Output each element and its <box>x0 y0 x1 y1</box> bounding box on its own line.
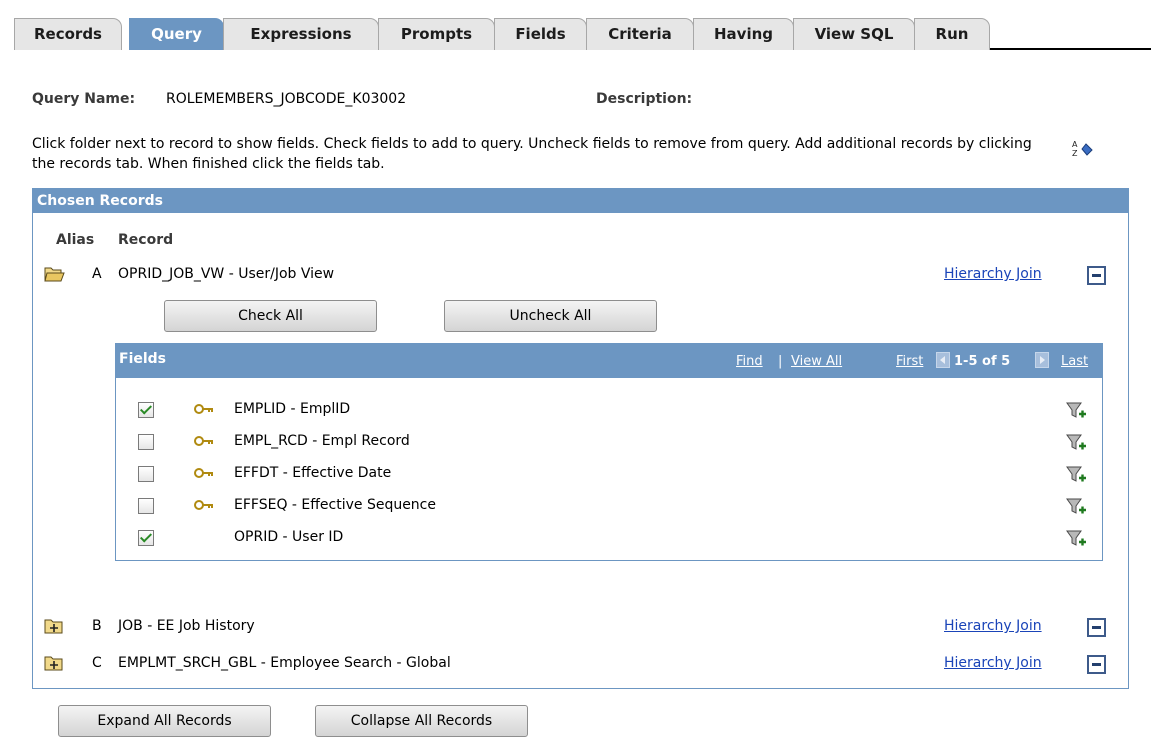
grid-separator: | <box>778 354 783 369</box>
funnel-plus-icon[interactable] <box>1065 400 1087 422</box>
field-checkbox-oprid[interactable] <box>138 530 154 546</box>
collapse-all-records-button[interactable]: Collapse All Records <box>315 705 528 737</box>
remove-record-c-button[interactable] <box>1087 655 1106 674</box>
next-arrow-icon <box>1035 352 1049 368</box>
folder-plus-icon[interactable] <box>44 654 66 672</box>
hierarchy-join-link-c[interactable]: Hierarchy Join <box>944 655 1042 671</box>
hierarchy-join-link-a[interactable]: Hierarchy Join <box>944 266 1042 282</box>
expand-all-records-button[interactable]: Expand All Records <box>58 705 271 737</box>
key-icon <box>194 404 213 414</box>
field-checkbox-effdt[interactable] <box>138 466 154 482</box>
previous-arrow-icon <box>936 352 950 368</box>
record-row-c: C EMPLMT_SRCH_GBL - Employee Search - Gl… <box>44 654 924 674</box>
field-name: EFFDT - Effective Date <box>234 465 392 481</box>
record-row-b: B JOB - EE Job History <box>44 617 924 637</box>
column-header-record: Record <box>118 232 174 248</box>
spell-check-icon[interactable]: A Z <box>1071 138 1093 158</box>
record-alias: C <box>92 655 102 671</box>
tab-criteria[interactable]: Criteria <box>586 18 694 50</box>
fields-grid-title: Fields <box>119 351 167 367</box>
tab-fields[interactable]: Fields <box>494 18 587 50</box>
field-name: EFFSEQ - Effective Sequence <box>234 497 436 513</box>
record-name: EMPLMT_SRCH_GBL - Employee Search - Glob… <box>118 655 451 671</box>
svg-text:Z: Z <box>1072 149 1078 158</box>
svg-text:A: A <box>1072 140 1078 149</box>
record-name: OPRID_JOB_VW - User/Job View <box>118 266 335 282</box>
record-alias: A <box>92 266 102 282</box>
instructions-text: Click folder next to record to show fiel… <box>32 136 1032 172</box>
field-checkbox-empl-rcd[interactable] <box>138 434 154 450</box>
tab-bar: Records Query Expressions Prompts Fields… <box>0 0 1151 50</box>
key-icon <box>194 436 213 446</box>
check-all-button[interactable]: Check All <box>164 300 377 332</box>
tab-baseline <box>990 48 1151 50</box>
remove-record-a-button[interactable] <box>1087 266 1106 285</box>
funnel-plus-icon[interactable] <box>1065 432 1087 454</box>
tab-view-sql[interactable]: View SQL <box>793 18 915 50</box>
key-icon <box>194 468 213 478</box>
remove-record-b-button[interactable] <box>1087 618 1106 637</box>
view-all-link[interactable]: View All <box>791 354 842 369</box>
field-checkbox-effseq[interactable] <box>138 498 154 514</box>
fields-grid: Fields Find | View All First 1-5 of 5 La… <box>115 343 1103 561</box>
fields-grid-header: Fields Find | View All First 1-5 of 5 La… <box>116 344 1102 378</box>
uncheck-all-button[interactable]: Uncheck All <box>444 300 657 332</box>
chosen-records-header: Chosen Records <box>33 189 1128 213</box>
funnel-plus-icon[interactable] <box>1065 496 1087 518</box>
key-icon <box>194 500 213 510</box>
field-row-empl-rcd: EMPL_RCD - Empl Record <box>116 432 1102 456</box>
field-row-effdt: EFFDT - Effective Date <box>116 464 1102 488</box>
funnel-plus-icon[interactable] <box>1065 464 1087 486</box>
field-checkbox-emplid[interactable] <box>138 402 154 418</box>
find-link[interactable]: Find <box>736 354 763 369</box>
last-link[interactable]: Last <box>1061 354 1088 369</box>
query-name-label: Query Name: <box>32 91 136 107</box>
folder-plus-icon[interactable] <box>44 617 66 635</box>
record-name: JOB - EE Job History <box>118 618 255 634</box>
tab-expressions[interactable]: Expressions <box>223 18 379 50</box>
hierarchy-join-link-b[interactable]: Hierarchy Join <box>944 618 1042 634</box>
query-name-value: ROLEMEMBERS_JOBCODE_K03002 <box>166 91 407 107</box>
field-name: EMPL_RCD - Empl Record <box>234 433 410 449</box>
field-row-effseq: EFFSEQ - Effective Sequence <box>116 496 1102 520</box>
funnel-plus-icon[interactable] <box>1065 528 1087 550</box>
field-row-emplid: EMPLID - EmplID <box>116 400 1102 424</box>
tab-query[interactable]: Query <box>129 18 224 50</box>
description-label: Description: <box>596 91 693 107</box>
row-count: 1-5 of 5 <box>954 354 1011 369</box>
field-name: EMPLID - EmplID <box>234 401 351 417</box>
tab-having[interactable]: Having <box>693 18 794 50</box>
tab-prompts[interactable]: Prompts <box>378 18 495 50</box>
tab-run[interactable]: Run <box>914 18 990 50</box>
field-row-oprid: OPRID - User ID <box>116 528 1102 552</box>
folder-open-icon[interactable] <box>44 265 66 283</box>
record-alias: B <box>92 618 102 634</box>
first-link[interactable]: First <box>896 354 923 369</box>
tab-records[interactable]: Records <box>14 18 122 50</box>
field-name: OPRID - User ID <box>234 529 344 545</box>
column-header-alias: Alias <box>56 232 95 248</box>
